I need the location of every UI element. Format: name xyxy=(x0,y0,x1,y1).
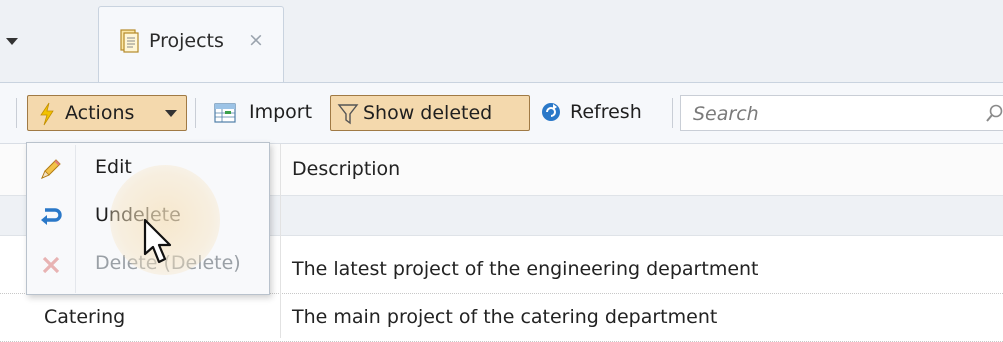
document-icon xyxy=(120,29,139,53)
cell-description: The latest project of the engineering de… xyxy=(292,258,759,280)
import-button[interactable]: Import xyxy=(205,95,320,131)
filter-icon xyxy=(337,104,359,125)
close-icon[interactable]: × xyxy=(248,29,264,51)
x-icon xyxy=(42,256,60,274)
actions-button[interactable]: Actions xyxy=(27,95,187,131)
search-icon[interactable] xyxy=(986,104,1003,124)
menu-item-label: Edit xyxy=(95,156,132,178)
undo-arrow-icon xyxy=(41,208,62,225)
column-header-description[interactable]: Description xyxy=(292,158,400,180)
table-row[interactable]: Catering The main project of the caterin… xyxy=(0,294,1003,342)
cell-description: The main project of the catering departm… xyxy=(292,306,718,328)
refresh-icon xyxy=(542,103,560,121)
refresh-button[interactable]: Refresh xyxy=(536,95,672,131)
chevron-down-icon xyxy=(165,110,177,117)
toolbar: Actions Import Show deleted Refresh xyxy=(0,82,1003,144)
show-deleted-button[interactable]: Show deleted xyxy=(330,95,530,131)
toolbar-separator xyxy=(16,98,17,128)
cell-name: Catering xyxy=(44,306,126,328)
show-deleted-label: Show deleted xyxy=(363,102,493,124)
tab-projects[interactable]: Projects × xyxy=(98,6,284,88)
toolbar-separator xyxy=(195,98,196,128)
import-icon xyxy=(214,103,236,123)
mouse-cursor-icon xyxy=(143,218,172,264)
tab-overflow-chevron-icon[interactable] xyxy=(6,38,18,45)
actions-label: Actions xyxy=(65,102,135,124)
column-divider[interactable] xyxy=(280,144,281,338)
toolbar-separator xyxy=(672,98,673,128)
search-box[interactable] xyxy=(680,95,1003,131)
tab-strip: Projects × xyxy=(0,0,1003,88)
tab-label: Projects xyxy=(149,30,224,52)
lightning-icon xyxy=(40,102,54,126)
search-input[interactable] xyxy=(691,100,975,128)
refresh-label: Refresh xyxy=(570,101,642,123)
import-label: Import xyxy=(249,101,313,123)
pencil-icon xyxy=(41,159,61,179)
